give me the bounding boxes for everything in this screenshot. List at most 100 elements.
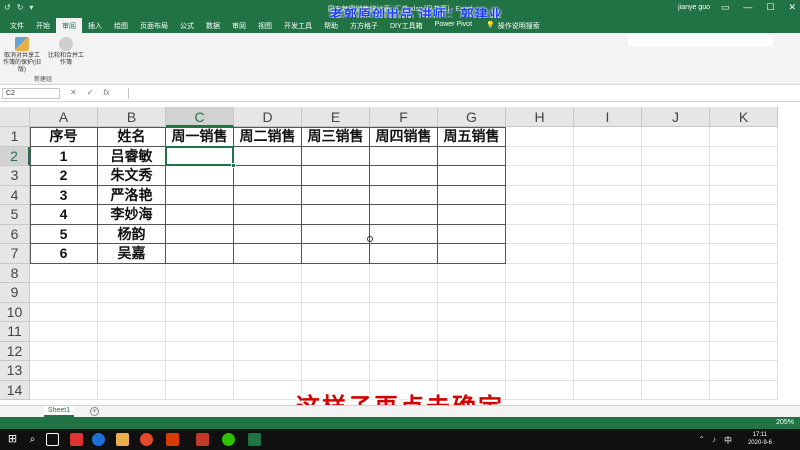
cell-k10[interactable] [710, 302, 778, 322]
cell-h7[interactable] [506, 244, 574, 264]
cell-h12[interactable] [506, 341, 574, 361]
cell-e9[interactable] [302, 283, 370, 303]
network-icon[interactable]: ⌃ [698, 435, 705, 444]
cell-i7[interactable] [574, 244, 642, 264]
column-header-a[interactable]: A [30, 107, 98, 127]
cell-j7[interactable] [642, 244, 710, 264]
cell-k2[interactable] [710, 146, 778, 166]
tab-12[interactable]: 帮助 [318, 18, 344, 33]
cell-c10[interactable] [166, 302, 234, 322]
wechat-icon[interactable] [222, 433, 235, 446]
row-header-7[interactable]: 7 [0, 244, 30, 264]
cell-i4[interactable] [574, 185, 642, 205]
tab-13[interactable]: 方方格子 [344, 18, 384, 33]
row-header-9[interactable]: 9 [0, 283, 30, 303]
cell-a6[interactable]: 5 [30, 224, 98, 244]
close-icon[interactable]: ✕ [788, 2, 796, 13]
cell-c1[interactable]: 周一销售 [166, 127, 234, 147]
column-header-i[interactable]: I [574, 107, 642, 127]
cell-c12[interactable] [166, 341, 234, 361]
enter-icon[interactable]: ✓ [87, 88, 94, 97]
column-header-e[interactable]: E [302, 107, 370, 127]
cell-c7[interactable] [166, 244, 234, 264]
cell-j5[interactable] [642, 205, 710, 225]
cell-e1[interactable]: 周三销售 [302, 127, 370, 147]
cell-a8[interactable] [30, 263, 98, 283]
cell-d1[interactable]: 周二销售 [234, 127, 302, 147]
cell-e4[interactable] [302, 185, 370, 205]
app-icon-dark-red[interactable] [196, 433, 209, 446]
cell-j4[interactable] [642, 185, 710, 205]
cell-e11[interactable] [302, 322, 370, 342]
row-header-8[interactable]: 8 [0, 263, 30, 283]
formula-input[interactable] [128, 88, 796, 99]
cell-i2[interactable] [574, 146, 642, 166]
tab-5[interactable]: 绘图 [108, 18, 134, 33]
row-header-12[interactable]: 12 [0, 341, 30, 361]
cell-g6[interactable] [438, 224, 506, 244]
cell-b8[interactable] [98, 263, 166, 283]
cell-b13[interactable] [98, 361, 166, 381]
cell-c4[interactable] [166, 185, 234, 205]
cell-g8[interactable] [438, 263, 506, 283]
cell-a2[interactable]: 1 [30, 146, 98, 166]
cell-k13[interactable] [710, 361, 778, 381]
cell-a13[interactable] [30, 361, 98, 381]
cell-d10[interactable] [234, 302, 302, 322]
cell-e5[interactable] [302, 205, 370, 225]
cell-g5[interactable] [438, 205, 506, 225]
search-icon[interactable]: ⌕ [26, 433, 39, 446]
maximize-icon[interactable]: ☐ [766, 2, 774, 13]
column-header-d[interactable]: D [234, 107, 302, 127]
cell-i13[interactable] [574, 361, 642, 381]
compare-merge-workbooks-button[interactable]: 比较和合并工作簿 [46, 37, 86, 67]
select-all-corner[interactable] [0, 107, 30, 127]
cell-c13[interactable] [166, 361, 234, 381]
column-header-h[interactable]: H [506, 107, 574, 127]
cell-d4[interactable] [234, 185, 302, 205]
cell-d5[interactable] [234, 205, 302, 225]
cell-g1[interactable]: 周五销售 [438, 127, 506, 147]
cell-d11[interactable] [234, 322, 302, 342]
row-header-11[interactable]: 11 [0, 322, 30, 342]
cell-a12[interactable] [30, 341, 98, 361]
input-method-indicator[interactable]: 中 [724, 435, 732, 446]
cell-a7[interactable]: 6 [30, 244, 98, 264]
cell-f9[interactable] [370, 283, 438, 303]
cell-h10[interactable] [506, 302, 574, 322]
column-header-f[interactable]: F [370, 107, 438, 127]
cell-c2[interactable] [166, 146, 234, 166]
tell-me-search[interactable]: 💡 操作说明搜索 [478, 18, 540, 33]
cell-e10[interactable] [302, 302, 370, 322]
cell-f7[interactable] [370, 244, 438, 264]
row-header-6[interactable]: 6 [0, 224, 30, 244]
cell-h1[interactable] [506, 127, 574, 147]
cell-f6[interactable] [370, 224, 438, 244]
cell-i9[interactable] [574, 283, 642, 303]
cell-k11[interactable] [710, 322, 778, 342]
cell-b12[interactable] [98, 341, 166, 361]
name-box[interactable]: C2 [2, 88, 60, 99]
start-icon[interactable]: ⊞ [6, 433, 19, 446]
cell-e6[interactable] [302, 224, 370, 244]
chrome-icon[interactable] [140, 433, 153, 446]
row-header-3[interactable]: 3 [0, 166, 30, 186]
user-name[interactable]: jianye guo [678, 4, 710, 11]
cell-b5[interactable]: 李妙海 [98, 205, 166, 225]
cell-c3[interactable] [166, 166, 234, 186]
cell-i11[interactable] [574, 322, 642, 342]
tab-8[interactable]: 数据 [200, 18, 226, 33]
cell-e12[interactable] [302, 341, 370, 361]
insert-function-icon[interactable]: fx [103, 88, 109, 97]
clock[interactable]: 17:11 2020-9-6 [748, 431, 772, 447]
cell-a3[interactable]: 2 [30, 166, 98, 186]
cell-j3[interactable] [642, 166, 710, 186]
cell-g3[interactable] [438, 166, 506, 186]
cell-k1[interactable] [710, 127, 778, 147]
cell-d7[interactable] [234, 244, 302, 264]
cell-f4[interactable] [370, 185, 438, 205]
column-header-g[interactable]: G [438, 107, 506, 127]
browser-icon[interactable] [92, 433, 105, 446]
cell-b2[interactable]: 吕睿敏 [98, 146, 166, 166]
row-header-10[interactable]: 10 [0, 302, 30, 322]
